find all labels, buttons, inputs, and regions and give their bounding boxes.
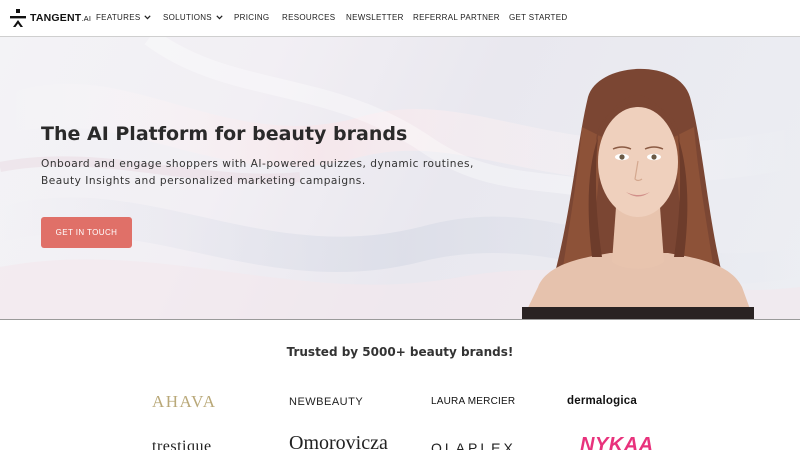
- nav-item-newsletter[interactable]: NEWSLETTER: [346, 13, 404, 22]
- tangent-logo-icon: [10, 9, 26, 27]
- nav-item-get-started[interactable]: GET STARTED: [509, 13, 567, 22]
- hero-section: The AI Platform for beauty brands Onboar…: [0, 37, 800, 320]
- nav-item-resources[interactable]: RESOURCES: [282, 13, 335, 22]
- nav-item-referral-partner[interactable]: REFERRAL PARTNER: [413, 13, 500, 22]
- brand-logo-laura-mercier: LAURA MERCIER: [431, 396, 516, 407]
- site-logo[interactable]: TANGENT.AI: [10, 9, 91, 27]
- chevron-down-icon: [144, 15, 152, 20]
- brand-logo-nykaa: NYKAA: [580, 434, 654, 450]
- chevron-down-icon: [216, 15, 223, 20]
- brand-logo-trestique: trestique: [152, 438, 212, 450]
- hero-subtitle: Onboard and engage shoppers with AI-powe…: [41, 158, 474, 187]
- brand-logo-ahava: AHAVA: [152, 392, 217, 411]
- get-in-touch-button[interactable]: GET IN TOUCH: [41, 217, 132, 248]
- brand-logo-newbeauty: NEWBEAUTY: [289, 396, 364, 408]
- nav-item-features[interactable]: FEATURES: [96, 13, 152, 22]
- brand-logo-olaplex: OLAPLEX: [431, 440, 516, 450]
- trusted-heading: Trusted by 5000+ beauty brands!: [286, 345, 514, 359]
- hero-title: The AI Platform for beauty brands: [41, 123, 408, 145]
- logo-text: TANGENT.AI: [30, 12, 92, 24]
- brand-logo-omorovicza: Omorovicza: [289, 432, 388, 450]
- brand-logo-dermalogica: dermalogica: [567, 395, 637, 407]
- hero-model-portrait: [522, 68, 754, 319]
- nav-item-pricing[interactable]: PRICING: [234, 13, 269, 22]
- nav-item-solutions[interactable]: SOLUTIONS: [163, 13, 223, 22]
- top-navigation: TANGENT.AI FEATURES SOLUTIONS PRICING RE…: [0, 0, 800, 37]
